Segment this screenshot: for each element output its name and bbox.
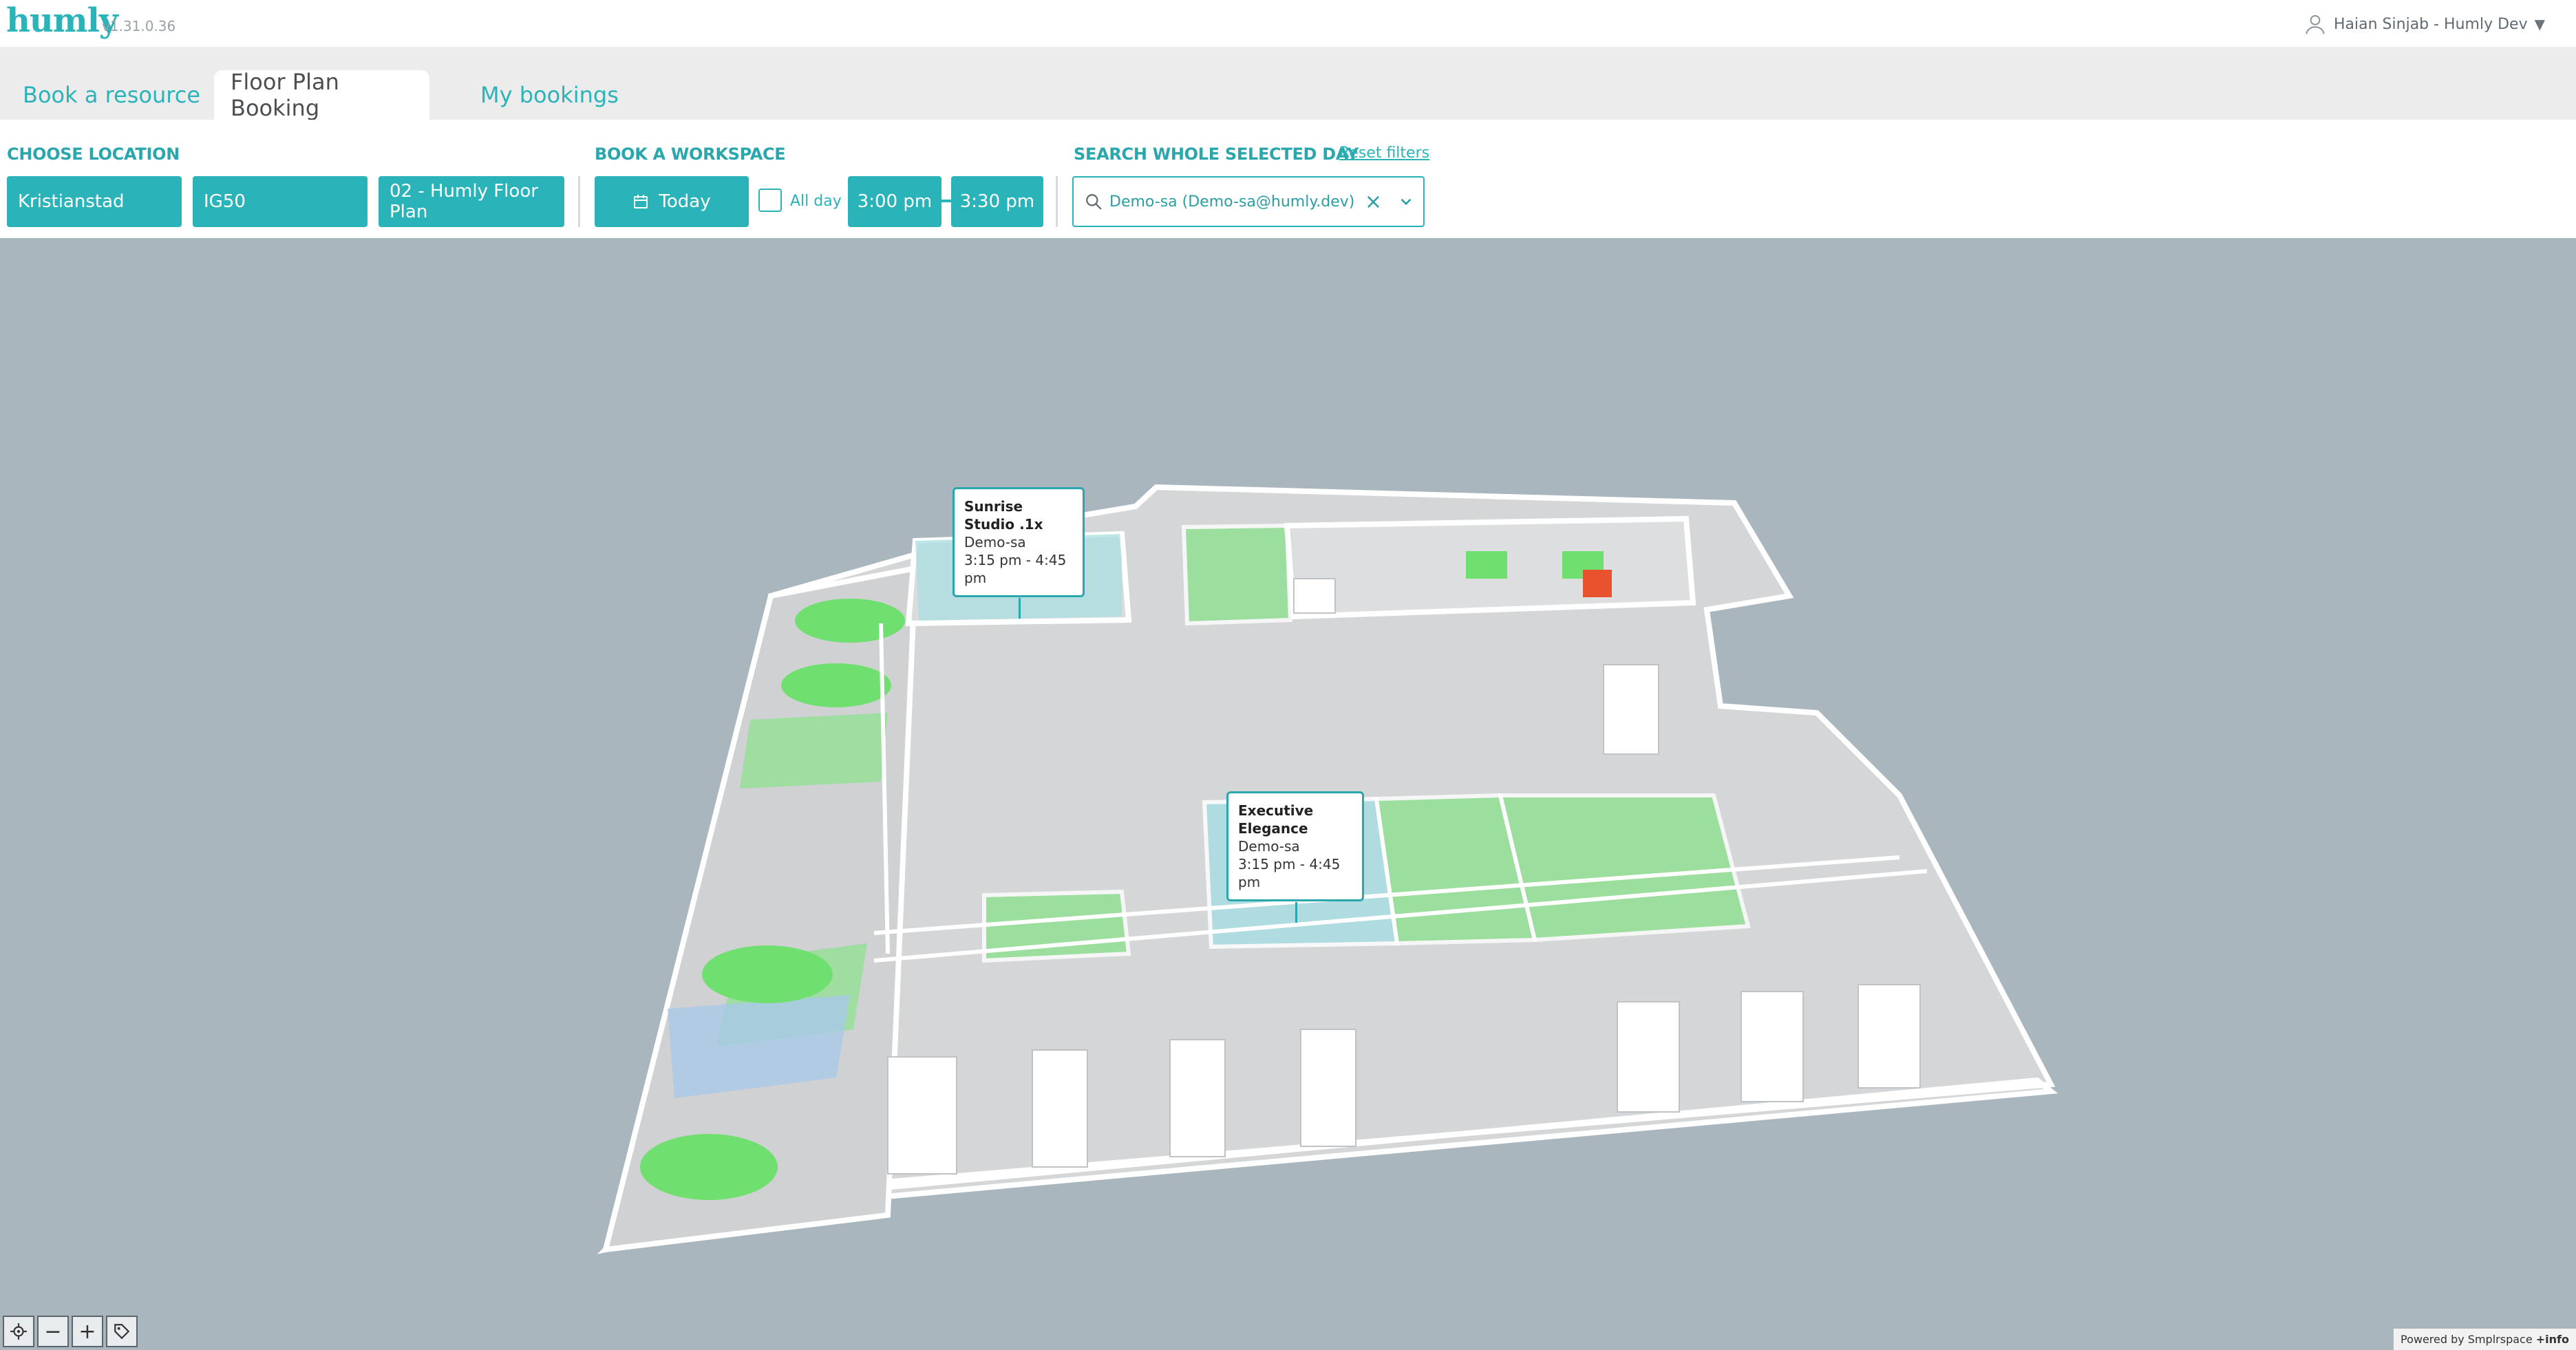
all-day-label: All day [790, 193, 842, 210]
car-icon [781, 663, 891, 707]
tooltip-organizer: Demo-sa [1238, 838, 1300, 855]
tooltip-title: Sunrise Studio .1x [964, 498, 1043, 533]
desk-occupied[interactable] [1583, 570, 1612, 597]
date-button[interactable]: Today [595, 176, 749, 227]
tag-icon[interactable] [106, 1316, 138, 1347]
booking-tooltip[interactable]: Sunrise Studio .1x Demo-sa 3:15 pm - 4:4… [952, 487, 1085, 619]
all-day-checkbox[interactable] [758, 189, 782, 212]
caret-down-icon: ▼ [2534, 16, 2545, 32]
divider [1056, 176, 1058, 227]
search-icon [1086, 194, 1102, 210]
booking-tooltip[interactable]: Executive Elegance Demo-sa 3:15 pm - 4:4… [1226, 791, 1364, 923]
car-icon [795, 599, 905, 643]
location-building-button[interactable]: IG50 [193, 176, 368, 227]
floor-plan-map[interactable]: Sunrise Studio .1x Demo-sa 3:15 pm - 4:4… [0, 238, 2576, 1350]
location-floor-button[interactable]: 02 - Humly Floor Plan [379, 176, 564, 227]
tooltip-time: 3:15 pm - 4:45 pm [1238, 856, 1341, 890]
room-available[interactable] [1498, 793, 1751, 943]
search-input[interactable]: Demo-sa (Demo-sa@humly.dev) × [1072, 176, 1425, 227]
search-value: Demo-sa (Demo-sa@humly.dev) [1109, 193, 1355, 211]
parking-spot-available[interactable] [740, 713, 888, 789]
tab-my-bookings[interactable]: My bookings [464, 70, 635, 120]
tab-book-a-resource[interactable]: Book a resource [6, 70, 217, 120]
car-icon [640, 1134, 778, 1200]
tab-floor-plan-booking[interactable]: Floor Plan Booking [214, 69, 429, 121]
powered-by-text: Powered by Smplrspace [2400, 1333, 2533, 1346]
powered-by: Powered by Smplrspace +info [2393, 1329, 2576, 1350]
room-available[interactable] [1181, 523, 1293, 626]
chevron-down-icon[interactable] [1397, 193, 1415, 211]
divider [578, 176, 580, 227]
start-time-button[interactable]: 3:00 pm [848, 176, 941, 227]
top-bar: humly v1.31.0.36 Haian Sinjab - Humly De… [0, 0, 2576, 47]
clear-icon[interactable]: × [1365, 190, 1382, 214]
app-version: v1.31.0.36 [102, 18, 176, 34]
date-label: Today [659, 191, 711, 212]
car-icon [702, 945, 833, 1003]
choose-location-label: CHOOSE LOCATION [7, 144, 180, 164]
tab-bar: Book a resource Floor Plan Booking My bo… [0, 47, 2576, 121]
user-icon [2306, 14, 2325, 34]
zoom-in-icon[interactable]: + [72, 1316, 103, 1347]
humly-logo[interactable]: humly [6, 1, 118, 40]
user-name: Haian Sinjab - Humly Dev [2334, 15, 2528, 33]
location-city-button[interactable]: Kristianstad [7, 176, 182, 227]
map-controls: − + [3, 1316, 138, 1347]
tooltip-time: 3:15 pm - 4:45 pm [964, 552, 1067, 586]
end-time-button[interactable]: 3:30 pm [951, 176, 1043, 227]
time-range-dash [941, 200, 951, 202]
book-workspace-label: BOOK A WORKSPACE [595, 144, 786, 164]
calendar-icon [634, 195, 648, 208]
locate-icon[interactable] [3, 1316, 34, 1347]
zoom-out-icon[interactable]: − [37, 1316, 69, 1347]
tooltip-title: Executive Elegance [1238, 802, 1314, 837]
user-menu[interactable]: Haian Sinjab - Humly Dev ▼ [2303, 12, 2545, 36]
reset-filters-link[interactable]: Reset filters [1339, 144, 1429, 162]
tooltip-organizer: Demo-sa [964, 534, 1026, 550]
filter-bar: CHOOSE LOCATION Kristianstad IG50 02 - H… [0, 120, 2576, 238]
search-day-label: SEARCH WHOLE SELECTED DAY [1074, 144, 1359, 164]
info-link[interactable]: +info [2536, 1333, 2569, 1346]
